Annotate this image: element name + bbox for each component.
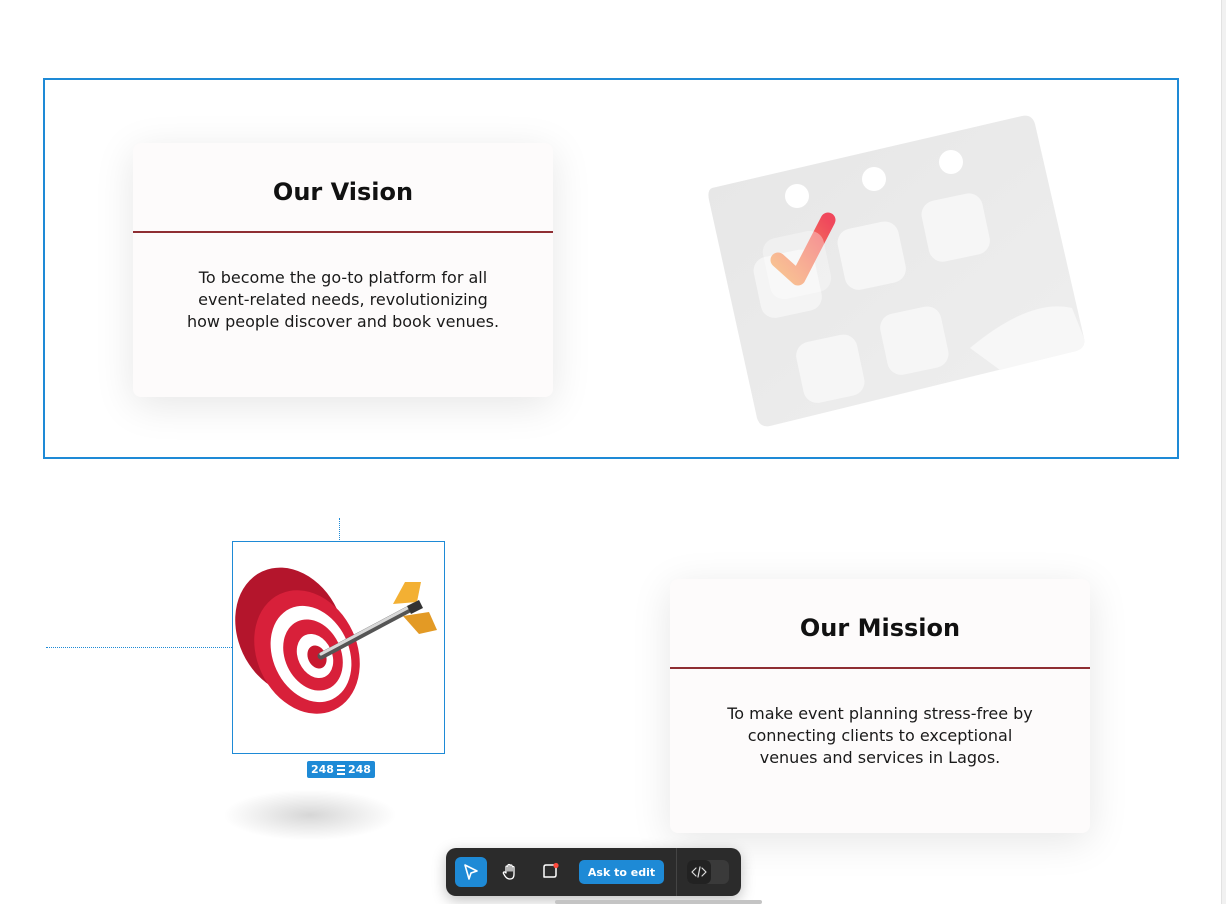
width-value: 248 (311, 763, 334, 776)
comment-icon (543, 862, 559, 878)
hand-icon (502, 863, 515, 880)
mission-title: Our Mission (799, 614, 961, 642)
code-view-toggle[interactable] (687, 860, 729, 884)
horizontal-guide-line (46, 647, 232, 648)
code-icon (691, 866, 707, 878)
target-image-selection[interactable] (232, 541, 445, 754)
comment-tool-button[interactable] (534, 857, 566, 887)
select-tool-button[interactable] (455, 857, 487, 887)
horizontal-scrollbar[interactable] (555, 900, 762, 904)
page-edge (1221, 0, 1226, 904)
editor-toolbar: Ask to edit (446, 848, 741, 896)
mission-divider (670, 667, 1090, 669)
link-dimensions-icon (336, 764, 345, 775)
mission-body: To make event planning stress-free by co… (727, 704, 1033, 767)
image-size-badge: 248 248 (307, 761, 375, 778)
hand-tool-button[interactable] (494, 857, 526, 887)
vision-title: Our Vision (272, 178, 414, 206)
calendar-illustration[interactable] (700, 108, 1090, 438)
vision-card: Our Vision To become the go-to platform … (133, 143, 553, 397)
ask-to-edit-button[interactable]: Ask to edit (579, 860, 664, 884)
vision-body: To become the go-to platform for all eve… (186, 268, 500, 331)
pointer-icon (464, 864, 478, 880)
height-value: 248 (347, 763, 371, 776)
vision-divider (133, 231, 553, 233)
image-drop-shadow (225, 790, 395, 840)
dartboard-icon (235, 567, 437, 714)
vertical-guide-line (339, 518, 340, 542)
toolbar-divider (676, 848, 677, 896)
mission-card: Our Mission To make event planning stres… (670, 579, 1090, 833)
code-toggle-knob (687, 860, 711, 884)
